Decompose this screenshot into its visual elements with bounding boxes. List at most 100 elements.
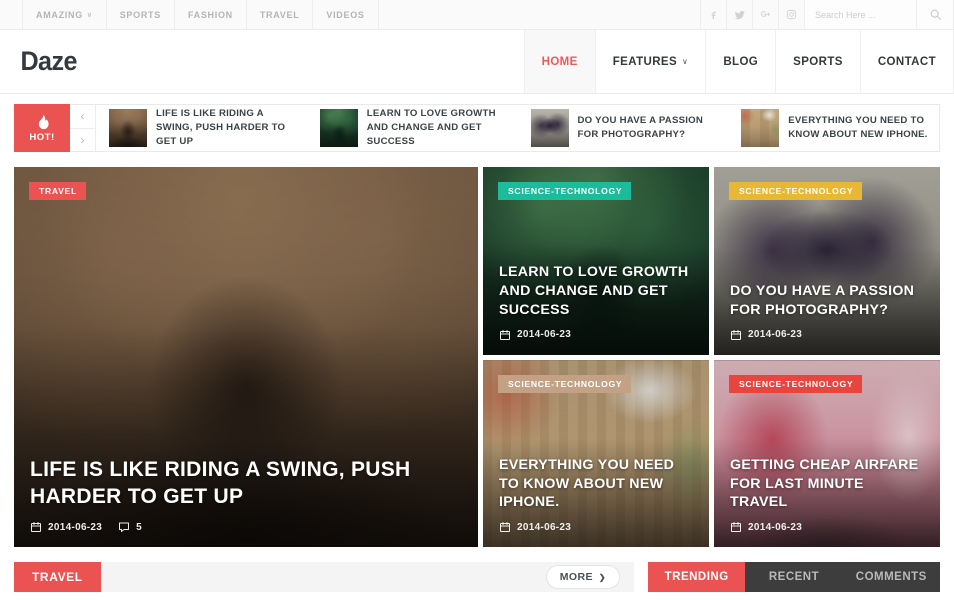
- tab-comments[interactable]: COMMENTS: [842, 562, 940, 592]
- nav-item-label: FEATURES: [612, 55, 678, 68]
- featured-card[interactable]: SCIENCE-TECHNOLOGY LEARN TO LOVE GROWTH A…: [483, 167, 709, 355]
- nav-item-features[interactable]: FEATURES ∨: [594, 30, 706, 93]
- featured-card-meta: 2014-06-23: [499, 329, 693, 341]
- featured-card-title: LEARN TO LOVE GROWTH AND CHANGE AND GET …: [499, 264, 689, 318]
- publish-date-text: 2014-06-23: [748, 329, 803, 340]
- nav-item-sports[interactable]: SPORTS: [775, 30, 860, 93]
- top-navigation: AMAZING ∨ SPORTS FASHION TRAVEL VIDEOS: [22, 0, 379, 29]
- news-ticker: HOT! ‹ › LIFE IS LIKE RIDING A SWING, PU…: [14, 104, 940, 152]
- flame-icon: [35, 114, 50, 131]
- ticker-next-button[interactable]: ›: [70, 129, 95, 152]
- topnav-item-label: FASHION: [187, 9, 233, 20]
- topnav-item-videos[interactable]: VIDEOS: [312, 0, 379, 29]
- calendar-icon: [731, 522, 741, 532]
- travel-section: TRAVEL MORE ❯: [14, 562, 634, 592]
- category-badge[interactable]: SCIENCE-TECHNOLOGY: [498, 374, 632, 393]
- featured-card-title: GETTING CHEAP AIRFARE FOR LAST MINUTE TR…: [730, 456, 919, 511]
- ticker-items: LIFE IS LIKE RIDING A SWING, PUSH HARDER…: [96, 105, 939, 151]
- featured-card[interactable]: SCIENCE-TECHNOLOGY EVERYTHING YOU NEED TO…: [483, 359, 709, 547]
- twitter-icon[interactable]: [726, 0, 752, 29]
- featured-grid: TRAVEL LIFE IS LIKE RIDING A SWING, PUSH…: [14, 167, 940, 547]
- calendar-icon: [500, 329, 510, 340]
- section-header-spacer: [101, 562, 546, 592]
- tab-trending[interactable]: TRENDING: [648, 562, 746, 592]
- featured-card-body: LEARN TO LOVE GROWTH AND CHANGE AND GET …: [483, 263, 709, 354]
- featured-main-meta: 2014-06-23 5: [30, 521, 462, 533]
- featured-card[interactable]: SCIENCE-TECHNOLOGY DO YOU HAVE A PASSION …: [714, 167, 940, 355]
- googleplus-icon[interactable]: [752, 0, 778, 29]
- topnav-item-label: AMAZING: [36, 9, 83, 20]
- featured-main-card[interactable]: TRAVEL LIFE IS LIKE RIDING A SWING, PUSH…: [14, 167, 478, 547]
- featured-card[interactable]: SCIENCE-TECHNOLOGY GETTING CHEAP AIRFARE …: [714, 359, 940, 547]
- featured-row-top: SCIENCE-TECHNOLOGY LEARN TO LOVE GROWTH A…: [483, 167, 940, 355]
- ticker-item-title: DO YOU HAVE A PASSION FOR PHOTOGRAPHY?: [577, 115, 704, 140]
- nav-item-label: CONTACT: [877, 55, 936, 68]
- nav-item-contact[interactable]: CONTACT: [859, 30, 954, 93]
- ticker-item-thumbnail: [741, 109, 780, 147]
- site-header: Daze HOME FEATURES ∨ BLOG SPORTS CONTACT: [0, 30, 954, 94]
- search-input[interactable]: [805, 9, 916, 20]
- topnav-item-sports[interactable]: SPORTS: [105, 0, 174, 29]
- instagram-icon[interactable]: [778, 0, 804, 29]
- publish-date: 2014-06-23: [730, 329, 802, 341]
- page-root: AMAZING∨SPORTSFASHIONTRAVELVIDEOS Daze: [0, 0, 954, 600]
- publish-date-text: 2014-06-23: [517, 329, 572, 340]
- search-submit-button[interactable]: [916, 0, 954, 29]
- facebook-icon[interactable]: [700, 0, 726, 29]
- section-header: TRAVEL MORE ❯: [14, 562, 634, 592]
- publish-date-text: 2014-06-23: [517, 521, 572, 533]
- ticker-item-thumbnail: [109, 109, 147, 147]
- search-box[interactable]: [804, 0, 916, 29]
- publish-date: 2014-06-23: [730, 521, 802, 533]
- topnav-item-travel[interactable]: TRAVEL: [245, 0, 313, 29]
- comment-icon: [119, 522, 130, 532]
- ticker-item[interactable]: LEARN TO LOVE GROWTH AND CHANGE AND GET …: [307, 107, 518, 149]
- category-badge[interactable]: SCIENCE-TECHNOLOGY: [729, 374, 863, 393]
- ticker-item-thumbnail: [319, 109, 358, 147]
- site-logo[interactable]: Daze: [0, 30, 77, 93]
- ticker-item[interactable]: DO YOU HAVE A PASSION FOR PHOTOGRAPHY?: [518, 109, 729, 147]
- hot-badge[interactable]: HOT!: [14, 104, 70, 152]
- main-navigation: HOME FEATURES ∨ BLOG SPORTS CONTACT: [523, 30, 954, 93]
- ticker-item-title: EVERYTHING YOU NEED TO KNOW ABOUT NEW IP…: [788, 115, 928, 140]
- category-badge[interactable]: SCIENCE-TECHNOLOGY: [729, 182, 863, 200]
- calendar-icon: [731, 329, 741, 340]
- ticker-arrows: ‹ ›: [70, 105, 96, 151]
- widget-tabs-section: TRENDING RECENT COMMENTS: [648, 562, 940, 592]
- ticker-item[interactable]: EVERYTHING YOU NEED TO KNOW ABOUT NEW IP…: [728, 109, 939, 147]
- topnav-item-amazing[interactable]: AMAZING ∨: [22, 0, 106, 29]
- comment-count: 5: [118, 521, 142, 533]
- nav-item-label: SPORTS: [793, 55, 843, 68]
- category-badge[interactable]: SCIENCE-TECHNOLOGY: [498, 182, 632, 200]
- topnav-item-label: TRAVEL: [259, 9, 300, 20]
- featured-card-meta: 2014-06-23: [730, 329, 924, 341]
- publish-date-text: 2014-06-23: [748, 521, 803, 533]
- chevron-down-icon: ∨: [682, 57, 689, 66]
- featured-card-title: EVERYTHING YOU NEED TO KNOW ABOUT NEW IP…: [499, 456, 675, 511]
- featured-side-column: SCIENCE-TECHNOLOGY LEARN TO LOVE GROWTH A…: [483, 167, 940, 547]
- header-spacer: [83, 30, 524, 93]
- featured-card-meta: 2014-06-23: [499, 521, 693, 533]
- featured-card-body: DO YOU HAVE A PASSION FOR PHOTOGRAPHY? 20…: [714, 282, 940, 354]
- featured-card-meta: 2014-06-23: [730, 521, 924, 533]
- publish-date-text: 2014-06-23: [48, 521, 103, 533]
- tab-recent[interactable]: RECENT: [745, 562, 843, 592]
- top-bar-spacer: [379, 0, 700, 29]
- topnav-item-label: SPORTS: [119, 9, 161, 20]
- widget-tabs: TRENDING RECENT COMMENTS: [648, 562, 940, 592]
- nav-item-blog[interactable]: BLOG: [705, 30, 775, 93]
- nav-item-home[interactable]: HOME: [523, 30, 595, 93]
- ticker-item[interactable]: LIFE IS LIKE RIDING A SWING, PUSH HARDER…: [96, 107, 307, 149]
- ticker-item-title: LIFE IS LIKE RIDING A SWING, PUSH HARDER…: [156, 108, 286, 147]
- social-links: [700, 0, 804, 29]
- more-button[interactable]: MORE ❯: [545, 565, 620, 589]
- topnav-item-label: VIDEOS: [326, 9, 365, 20]
- chevron-down-icon: ∨: [86, 11, 93, 19]
- ticker-item-thumbnail: [530, 109, 569, 147]
- featured-row-bottom: SCIENCE-TECHNOLOGY EVERYTHING YOU NEED TO…: [483, 359, 940, 547]
- nav-item-label: HOME: [541, 55, 578, 68]
- category-badge[interactable]: TRAVEL: [29, 182, 86, 200]
- ticker-prev-button[interactable]: ‹: [70, 105, 95, 129]
- publish-date: 2014-06-23: [499, 329, 571, 341]
- topnav-item-fashion[interactable]: FASHION: [173, 0, 246, 29]
